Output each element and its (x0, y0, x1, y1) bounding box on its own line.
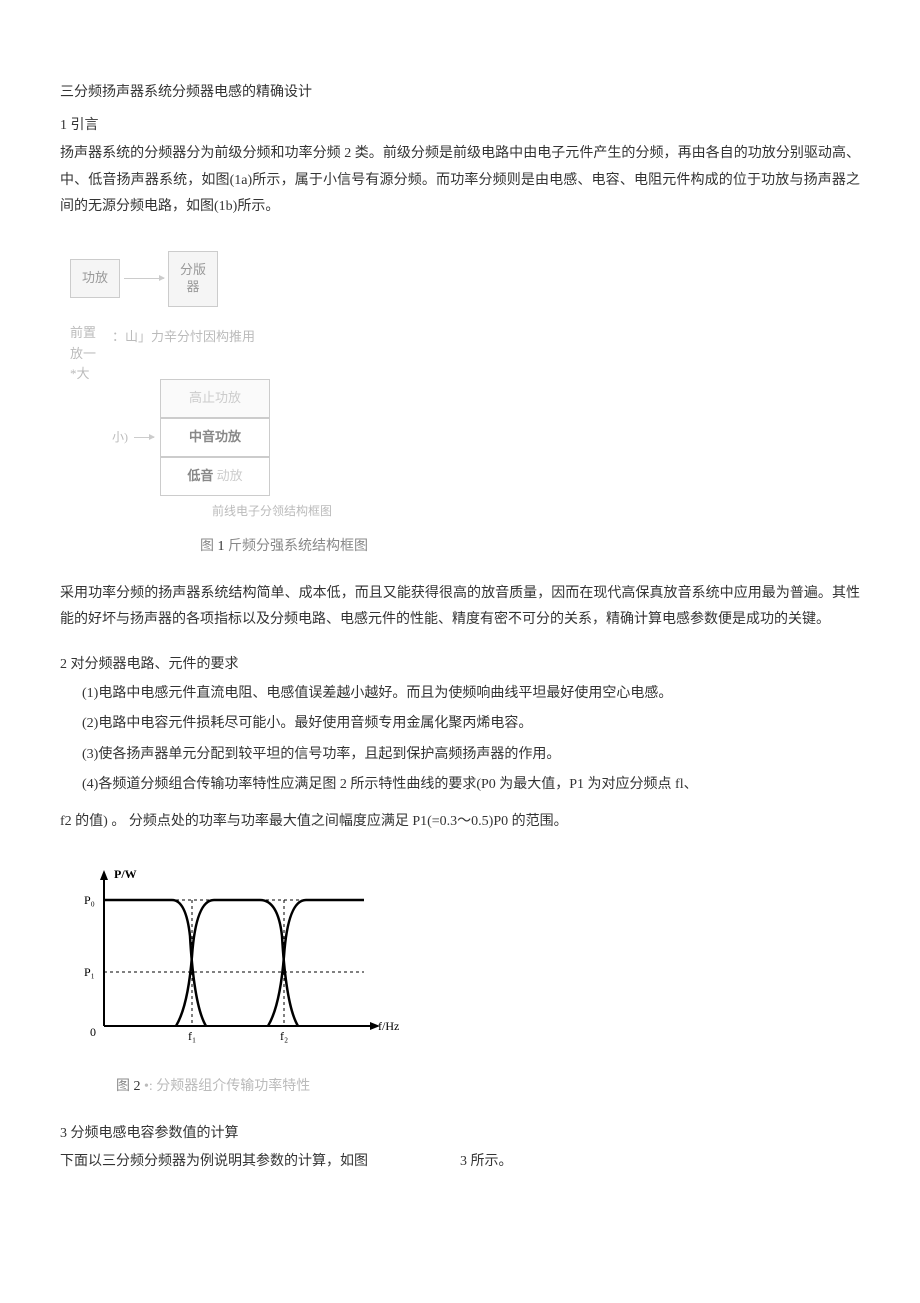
section-2-heading: 2 对分频器电路、元件的要求 (60, 652, 860, 679)
fig1-caption-num: 1 (218, 539, 225, 554)
chart-ylabel: P/W (114, 867, 137, 881)
section-3-right: 3 所示。 (420, 1149, 513, 1176)
fig1-main-caption: 图 1 斤频分强系统结构框图 (200, 534, 860, 561)
fig1a-right-box: 分版器 (168, 251, 218, 307)
fig1b-left-text: 前置放一*大 (70, 323, 100, 385)
fig1a-left-box: 功放 (70, 259, 120, 298)
req-item-4: (4)各频道分频组合传输功率特性应满足图 2 所示特性曲线的要求(P0 为最大值… (60, 772, 860, 799)
section-1-paragraph: 扬声器系统的分频器分为前级分频和功率分频 2 类。前级分频是前级电路中由电子元件… (60, 141, 860, 221)
chart-f1: f₁ (188, 1029, 196, 1043)
figure-1a-row: 功放 分版器 (70, 251, 860, 307)
fig1b-mid-box: 中音功放 (160, 418, 270, 457)
req-item-3: (3)使各扬声器单元分配到较平坦的信号功率，且起到保护高频扬声器的作用。 (60, 742, 860, 769)
req-item-1: (1)电路中电感元件直流电阻、电感值误差越小越好。而且为使频响曲线平坦最好使用空… (60, 681, 860, 708)
fig1b-stack: 小) 高止功放 中音功放 低音 动放 (112, 379, 332, 495)
section-1-heading: 1 引言 (60, 113, 860, 140)
section-3-paragraph: 下面以三分频分频器为例说明其参数的计算，如图 3 所示。 (60, 1149, 860, 1176)
fig2-caption-post: 分颊器组介传输功率特性 (156, 1079, 310, 1094)
page-title: 三分频扬声器系统分频器电感的精确设计 (60, 80, 860, 107)
req-item-4b: f2 的值) 。 分频点处的功率与功率最大值之间幅度应满足 P1(=0.3～0.… (60, 809, 860, 836)
chart-zero: 0 (90, 1025, 96, 1039)
arrow-right-icon (124, 278, 164, 279)
fig1b-mid-text: ：山」力辛分忖因构推用 (112, 323, 332, 350)
fig1-sub-caption: 前线电子分领结构框图 (212, 500, 332, 523)
chart-p0: P₀ (84, 893, 95, 907)
fig1b-low-box: 低音 动放 (160, 457, 270, 496)
fig2-caption-pre: 图 (116, 1079, 134, 1094)
fig2-caption-num: 2 (134, 1079, 141, 1094)
figure-2-chart: P/W P₀ P₁ 0 f₁ f₂ f/Hz (64, 856, 860, 1067)
section-3-left: 下面以三分频分频器为例说明其参数的计算，如图 (60, 1149, 420, 1176)
figure-1: 功放 分版器 前置放一*大 ：山」力辛分忖因构推用 小) 高止功放 中音功放 低… (60, 251, 860, 561)
fig1-caption-post: 斤频分强系统结构框图 (225, 539, 369, 554)
req-item-2: (2)电路中电容元件损耗尽可能小。最好使用音频专用金属化聚丙烯电容。 (60, 711, 860, 738)
figure-1b-area: 前置放一*大 ：山」力辛分忖因构推用 小) 高止功放 中音功放 低音 动放 前线… (70, 323, 860, 529)
chart-f2: f₂ (280, 1029, 288, 1043)
section-3-heading: 3 分频电感电容参数值的计算 (60, 1121, 860, 1148)
fig1b-stack-column: 高止功放 中音功放 低音 动放 (160, 379, 270, 495)
chart-xlabel: f/Hz (378, 1019, 399, 1033)
arrow-right-icon (134, 437, 154, 438)
fig1b-low-rest: 动放 (213, 468, 242, 483)
fig1-caption-pre: 图 (200, 539, 218, 554)
fig1b-low-strong: 低音 (187, 468, 213, 483)
fig2-caption-dot: •: (141, 1079, 157, 1094)
fig1b-small-label: 小) (112, 426, 128, 449)
chart-p1: P₁ (84, 965, 95, 979)
fig1b-high-box: 高止功放 (160, 379, 270, 418)
section-1-paragraph-2: 采用功率分频的扬声器系统结构简单、成本低，而且又能获得很高的放音质量，因而在现代… (60, 581, 860, 634)
fig2-caption: 图 2 •: 分颊器组介传输功率特性 (116, 1074, 860, 1101)
